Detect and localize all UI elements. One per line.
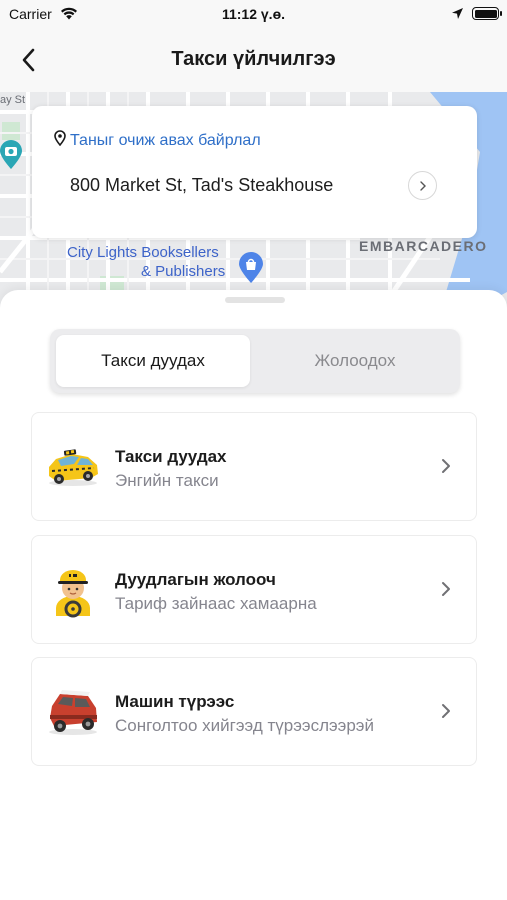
service-subtitle: Энгийн такси (115, 471, 219, 490)
service-card-taxi[interactable]: Такси дуудах Энгийн такси (31, 412, 477, 521)
location-arrow-icon (451, 7, 464, 25)
service-title: Такси дуудах (115, 447, 227, 466)
segment-drive[interactable]: Жолоодох (256, 335, 454, 387)
sheet-grabber[interactable] (225, 297, 285, 303)
poi-label-line2: & Publishers (141, 263, 226, 280)
pickup-label-row: Таныг очиж авах байрлал (54, 130, 261, 151)
mode-segmented-control: Такси дуудах Жолоодох (50, 329, 460, 393)
service-card-rental[interactable]: Машин түрээс Сонголтоо хийгээд түрээслээ… (31, 657, 477, 766)
service-card-driver[interactable]: Дуудлагын жолооч Тариф зайнаас хамаарна (31, 535, 477, 644)
pickup-address: 800 Market St, Tad's Steakhouse (70, 175, 334, 195)
page-title: Такси үйлчилгээ (171, 48, 336, 70)
segment-call-taxi[interactable]: Такси дуудах (56, 335, 250, 387)
pickup-label: Таныг очиж авах байрлал (70, 131, 261, 149)
service-title: Машин түрээс (115, 692, 235, 711)
pickup-go-button[interactable] (408, 171, 437, 200)
poi-label[interactable]: City Lights Booksellers & Publishers (67, 244, 225, 280)
district-label: EMBARCADERO (359, 238, 488, 254)
location-pin-icon (54, 130, 66, 151)
service-subtitle: Тариф зайнаас хамаарна (115, 594, 317, 613)
chevron-right-icon (419, 180, 426, 191)
chevron-right-icon (441, 703, 451, 724)
map-street-label: ay St (0, 94, 26, 106)
taxi-car-icon (44, 437, 102, 495)
status-bar: Carrier 11:12 ү.ө. (0, 0, 507, 30)
poi-label-line1: City Lights Booksellers (67, 244, 219, 261)
service-title: Дуудлагын жолооч (115, 570, 276, 589)
battery-icon (472, 7, 502, 20)
chevron-right-icon (441, 458, 451, 479)
nav-bar: Такси үйлчилгээ (0, 30, 507, 92)
rental-jeep-icon (44, 682, 102, 740)
bottom-sheet: Такси дуудах Жолоодох Такси дуудах Энгий… (0, 290, 507, 900)
pickup-location-card[interactable]: Таныг очиж авах байрлал 800 Market St, T… (32, 106, 477, 238)
driver-avatar-icon (44, 560, 102, 618)
chevron-right-icon (441, 581, 451, 602)
status-time: 11:12 ү.ө. (221, 6, 286, 22)
service-subtitle: Сонголтоо хийгээд түрээслээрэй (115, 716, 374, 735)
